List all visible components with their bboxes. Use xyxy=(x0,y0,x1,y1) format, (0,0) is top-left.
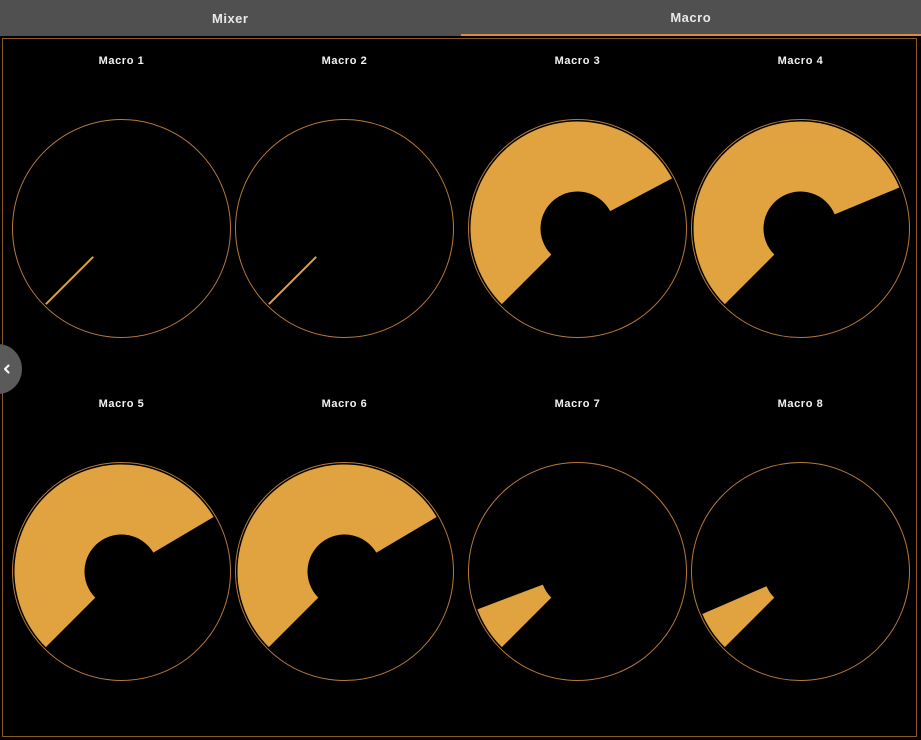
tab-bar: Mixer Macro xyxy=(0,0,921,36)
chevron-left-icon xyxy=(4,364,10,374)
dial-value-arc xyxy=(702,586,775,648)
tab-macro[interactable]: Macro xyxy=(460,0,921,36)
dial-value-arc xyxy=(477,584,552,648)
dial-ring xyxy=(468,462,687,681)
dial-ring xyxy=(691,462,910,681)
macro-label: Macro 7 xyxy=(554,398,601,410)
tab-mixer[interactable]: Mixer xyxy=(0,0,461,36)
dial-value-arc xyxy=(470,121,673,305)
macro-knob-4[interactable]: Macro 4 xyxy=(689,41,912,341)
dial-indicator xyxy=(45,256,94,305)
macro-knob-3[interactable]: Macro 3 xyxy=(466,41,689,341)
macro-dial[interactable] xyxy=(689,460,912,683)
macro-label: Macro 4 xyxy=(777,55,824,67)
dial-indicator xyxy=(268,256,317,305)
macro-knob-7[interactable]: Macro 7 xyxy=(466,384,689,684)
macro-knob-5[interactable]: Macro 5 xyxy=(10,384,233,684)
macro-dial[interactable] xyxy=(466,117,689,340)
macro-knob-2[interactable]: Macro 2 xyxy=(233,41,456,341)
macro-label: Macro 2 xyxy=(321,55,368,67)
macro-dial[interactable] xyxy=(466,460,689,683)
macro-dial[interactable] xyxy=(689,117,912,340)
macro-dial[interactable] xyxy=(233,117,456,340)
dial-value-arc xyxy=(237,464,437,648)
macro-label: Macro 5 xyxy=(98,398,145,410)
macro-knob-6[interactable]: Macro 6 xyxy=(233,384,456,684)
dial-ring xyxy=(235,119,454,338)
dial-value-arc xyxy=(14,464,214,648)
dial-value-arc xyxy=(693,121,900,305)
macro-label: Macro 3 xyxy=(554,55,601,67)
macro-knob-8[interactable]: Macro 8 xyxy=(689,384,912,684)
macro-label: Macro 6 xyxy=(321,398,368,410)
dial-ring xyxy=(12,119,231,338)
macro-panel: Macro 1 Macro 2 Macro 3 Macro 4 Macro 5 Macro… xyxy=(2,38,917,737)
macro-label: Macro 8 xyxy=(777,398,824,410)
macro-label: Macro 1 xyxy=(98,55,145,67)
macro-dial[interactable] xyxy=(10,460,233,683)
macro-dial[interactable] xyxy=(233,460,456,683)
macro-dial[interactable] xyxy=(10,117,233,340)
macro-knob-1[interactable]: Macro 1 xyxy=(10,41,233,341)
